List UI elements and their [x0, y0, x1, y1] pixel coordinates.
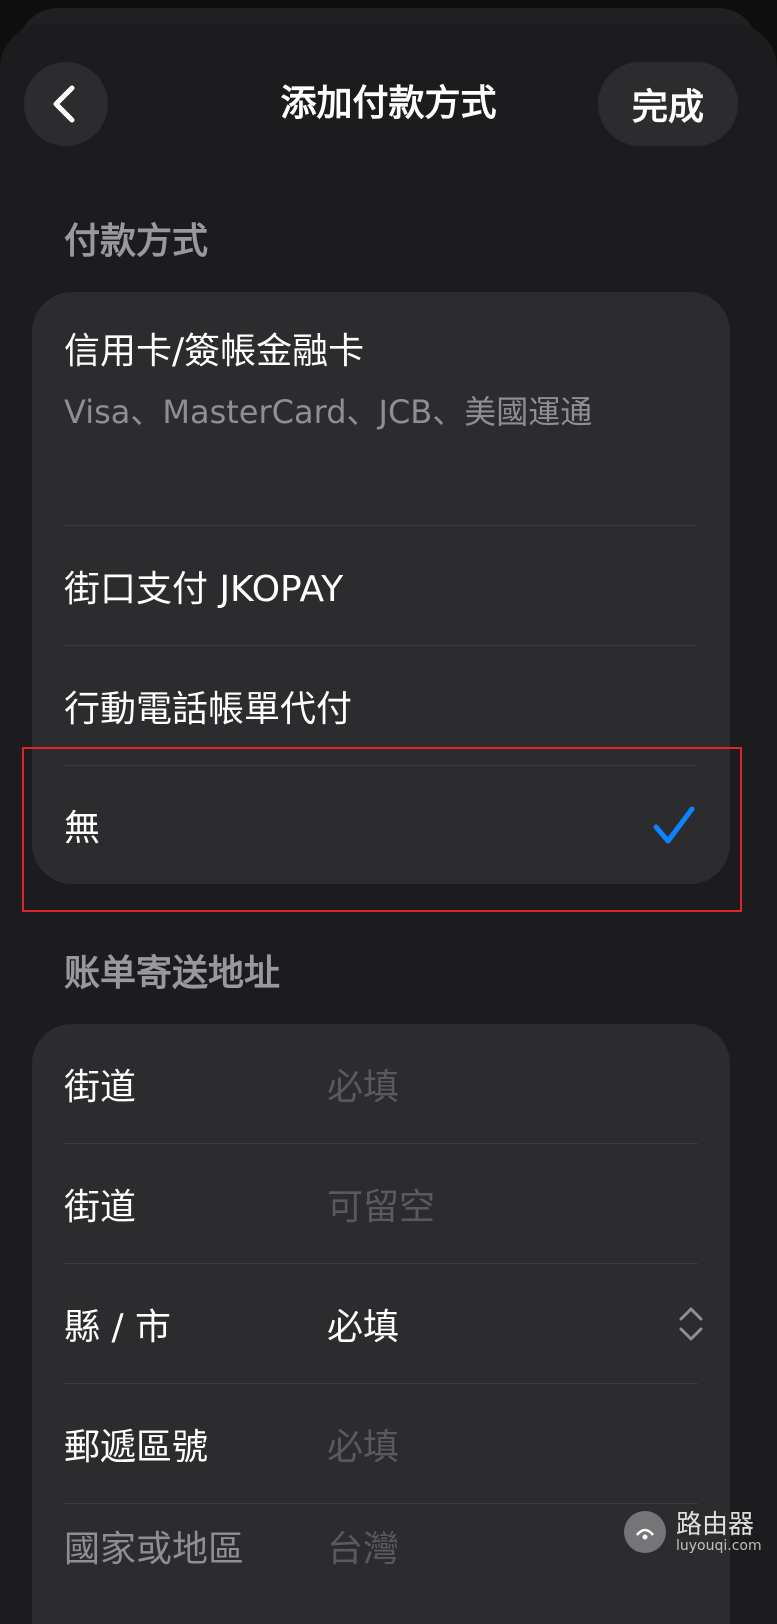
- postal-code-field[interactable]: 郵遞區號 必填: [32, 1384, 730, 1504]
- billing-section-title: 账单寄送地址: [64, 953, 281, 994]
- street-field-1[interactable]: 街道 必填: [32, 1024, 730, 1144]
- credit-card-label: 信用卡/簽帳金融卡: [64, 331, 365, 372]
- selection-highlight-frame: [22, 747, 742, 912]
- page-title: 添加付款方式: [280, 83, 497, 124]
- router-logo-icon: [624, 1511, 666, 1553]
- chevron-left-icon: [53, 85, 75, 123]
- done-button[interactable]: 完成: [598, 62, 738, 146]
- back-button[interactable]: [24, 62, 108, 146]
- carrier-billing-label: 行動電話帳單代付: [64, 689, 353, 730]
- chevron-up-down-icon: [679, 1307, 703, 1341]
- country-label: 國家或地區: [64, 1529, 245, 1570]
- postal-code-input[interactable]: 必填: [327, 1384, 399, 1504]
- watermark-title: 路由器: [676, 1510, 755, 1540]
- country-value[interactable]: 台灣: [327, 1504, 399, 1624]
- street-field-2[interactable]: 街道 可留空: [32, 1144, 730, 1264]
- city-label: 縣 / 市: [64, 1307, 172, 1348]
- watermark-url: luyouqi.com: [676, 1538, 762, 1554]
- street-input[interactable]: 必填: [327, 1024, 399, 1144]
- street-label-2: 街道: [64, 1187, 137, 1228]
- street-input-2[interactable]: 可留空: [327, 1144, 435, 1264]
- city-picker[interactable]: 必填: [327, 1264, 399, 1384]
- watermark: 路由器 luyouqi.com: [624, 1504, 762, 1560]
- payment-option-jkopay[interactable]: 街口支付 JKOPAY: [32, 526, 730, 646]
- payment-option-credit-card[interactable]: 信用卡/簽帳金融卡 Visa、MasterCard、JCB、美國運通: [32, 292, 730, 526]
- city-field[interactable]: 縣 / 市 必填: [32, 1264, 730, 1384]
- payment-section-title: 付款方式: [64, 221, 209, 262]
- credit-card-detail: Visa、MasterCard、JCB、美國運通: [64, 393, 593, 431]
- jkopay-label: 街口支付 JKOPAY: [64, 569, 344, 610]
- street-label: 街道: [64, 1067, 137, 1108]
- postal-code-label: 郵遞區號: [64, 1427, 209, 1468]
